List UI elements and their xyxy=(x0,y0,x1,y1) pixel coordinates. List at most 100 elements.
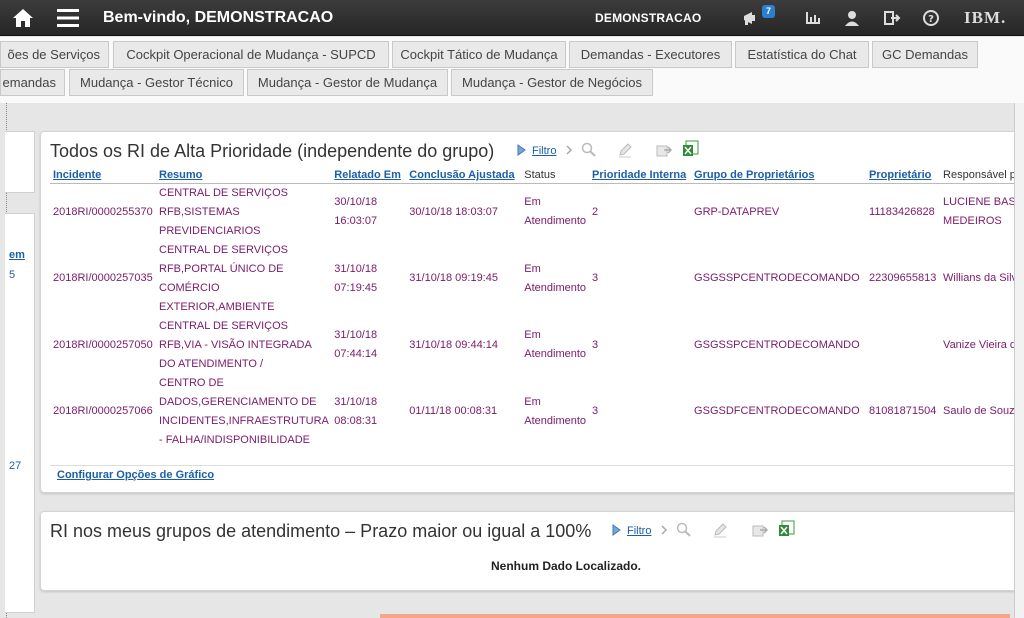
bar-chart-icon[interactable] xyxy=(804,9,822,27)
megaphone-icon[interactable] xyxy=(742,9,760,27)
cell-prioridade: 3 xyxy=(592,405,599,417)
cell-incidente[interactable]: 2018RI/0000255370 xyxy=(50,183,156,241)
incidents-table: Incidente Resumo Relatado Em Conclusão A… xyxy=(50,167,1021,450)
table-row[interactable]: 2018RI/0000255370 CENTRAL DE SERVIÇOS RF… xyxy=(50,183,1020,241)
col-conclusao[interactable]: Conclusão Ajustada xyxy=(406,167,522,184)
left-link-1[interactable]: em xyxy=(9,249,25,261)
cell-grupo: GSGSSPCENTRODECOMANDO xyxy=(694,338,860,351)
cell-status: Em Atendimento xyxy=(524,262,587,294)
user-name[interactable]: DEMONSTRACAO xyxy=(595,11,701,25)
cell-relatado: 31/10/18 07:44:14 xyxy=(334,329,378,360)
left-collapsed-list: em 5 27 xyxy=(5,213,35,613)
panel-title: Todos os RI de Alta Prioridade (independ… xyxy=(50,141,495,161)
cell-grupo: GRP-DATAPREV xyxy=(694,205,780,218)
play-icon[interactable] xyxy=(612,524,621,536)
cell-resumo: CENTRAL DE SERVIÇOS RFB,SISTEMAS PREVIDE… xyxy=(159,186,288,237)
left-collapsed-panel[interactable] xyxy=(5,131,35,193)
cell-proprietario: 22309655813 xyxy=(869,272,937,284)
table-header-row: Incidente Resumo Relatado Em Conclusão A… xyxy=(50,167,1021,184)
cell-conclusao: 31/10/18 09:19:45 xyxy=(409,272,498,284)
tab-mudanca-gestor-tecnico[interactable]: Mudança - Gestor Técnico xyxy=(69,69,244,96)
configure-chart-link[interactable]: Configurar Opções de Gráfico xyxy=(57,469,214,481)
edit-icon[interactable] xyxy=(712,522,728,538)
table-row[interactable]: 2018RI/0000257035 CENTRAL DE SERVIÇOS RF… xyxy=(50,241,1020,317)
cell-incidente[interactable]: 2018RI/0000257066 xyxy=(50,374,156,450)
filter-link[interactable]: Filtro xyxy=(532,145,556,157)
cell-incidente[interactable]: 2018RI/0000257050 xyxy=(50,317,156,374)
col-proprietario[interactable]: Proprietário xyxy=(866,167,941,184)
tab-estatistica-chat[interactable]: Estatística do Chat xyxy=(735,41,869,68)
tab-mudanca-gestor-mudanca[interactable]: Mudança - Gestor de Mudança xyxy=(247,69,448,96)
play-icon[interactable] xyxy=(517,144,526,156)
excel-icon[interactable] xyxy=(778,520,796,538)
tab-servicos[interactable]: ões de Serviços xyxy=(0,41,109,68)
svg-text:?: ? xyxy=(928,14,934,25)
search-icon[interactable] xyxy=(676,522,692,538)
export-icon[interactable] xyxy=(655,142,673,158)
tab-cockpit-operacional[interactable]: Cockpit Operacional de Mudança - SUPCD xyxy=(113,41,389,68)
chevron-right-icon xyxy=(566,145,573,155)
col-resumo[interactable]: Resumo xyxy=(156,167,332,184)
cell-relatado: 31/10/18 07:19:45 xyxy=(334,262,378,294)
cell-responsavel: LUCIENE BAS MEDEIROS xyxy=(943,196,1016,227)
logout-icon[interactable] xyxy=(883,9,901,27)
cell-grupo: GSGSDFCENTRODECOMANDO xyxy=(694,405,860,417)
ibm-logo: IBM. xyxy=(964,8,1007,27)
left-link-2[interactable]: 5 xyxy=(9,269,15,281)
cell-grupo: GSGSSPCENTRODECOMANDO xyxy=(694,272,860,284)
cell-proprietario: 81081871504 xyxy=(869,405,937,417)
tab-demandas-executores[interactable]: Demandas - Executores xyxy=(569,41,732,68)
tab-mudanca-gestor-negocios[interactable]: Mudança - Gestor de Negócios xyxy=(451,69,653,96)
cell-resumo: CENTRAL DE SERVIÇOS RFB,PORTAL ÚNICO DE … xyxy=(159,243,288,313)
left-link-3[interactable]: 27 xyxy=(9,460,21,472)
col-prioridade[interactable]: Prioridade Interna xyxy=(589,167,692,184)
export-icon[interactable] xyxy=(751,522,769,538)
cell-resumo: CENTRAL DE SERVIÇOS RFB,VIA - VISÃO INTE… xyxy=(159,319,312,370)
cell-status: Em Atendimento xyxy=(524,395,587,427)
filter-link[interactable]: Filtro xyxy=(627,525,651,537)
bottom-highlight-bar xyxy=(380,614,1010,618)
dashboard-content: em 5 27 Todos os RI de Alta Prioridade (… xyxy=(0,103,1024,618)
excel-icon[interactable] xyxy=(682,140,700,158)
user-icon[interactable] xyxy=(843,9,861,27)
cell-status: Em Atendimento xyxy=(524,196,587,227)
help-icon[interactable]: ? xyxy=(922,9,940,27)
tab-gc-demandas[interactable]: GC Demandas xyxy=(872,41,978,68)
cell-conclusao: 31/10/18 09:44:14 xyxy=(409,338,498,351)
cell-responsavel: Vanize Vieira d xyxy=(943,338,1017,351)
col-relatado[interactable]: Relatado Em xyxy=(331,167,407,184)
cell-responsavel: Willians da Silv xyxy=(943,272,1018,284)
table-row[interactable]: 2018RI/0000257050 CENTRAL DE SERVIÇOS RF… xyxy=(50,317,1020,374)
divider xyxy=(50,465,1020,466)
search-icon[interactable] xyxy=(581,142,597,158)
notification-badge[interactable]: 7 xyxy=(762,5,776,18)
cell-resumo: CENTRO DE DADOS,GERENCIAMENTO DE INCIDEN… xyxy=(159,376,329,446)
cell-responsavel: Saulo de Souz xyxy=(943,405,1015,417)
col-grupo[interactable]: Grupo de Proprietários xyxy=(691,167,867,184)
no-data-message: Nenhum Dado Localizado. xyxy=(490,559,641,573)
tab-demandas[interactable]: emandas xyxy=(0,69,65,96)
home-icon[interactable] xyxy=(12,7,34,29)
cell-relatado: 31/10/18 08:08:31 xyxy=(334,395,378,427)
edit-icon[interactable] xyxy=(617,142,633,158)
tab-bar: ões de Serviços Cockpit Operacional de M… xyxy=(0,37,1024,103)
chevron-right-icon xyxy=(661,525,668,535)
tab-cockpit-tatico[interactable]: Cockpit Tático de Mudança xyxy=(392,41,566,68)
cell-prioridade: 3 xyxy=(592,272,599,284)
col-status: Status xyxy=(521,167,590,184)
cell-relatado: 30/10/18 16:03:07 xyxy=(334,196,378,227)
col-incidente[interactable]: Incidente xyxy=(50,167,156,184)
table-row[interactable]: 2018RI/0000257066 CENTRO DE DADOS,GERENC… xyxy=(50,374,1020,450)
cell-conclusao: 30/10/18 18:03:07 xyxy=(409,205,498,218)
hamburger-menu-icon[interactable] xyxy=(57,8,79,28)
cell-prioridade: 2 xyxy=(592,205,599,218)
col-responsavel: Responsável p xyxy=(940,167,1021,184)
cell-status: Em Atendimento xyxy=(524,329,587,360)
cell-proprietario xyxy=(866,317,940,374)
cell-incidente[interactable]: 2018RI/0000257035 xyxy=(50,241,156,317)
cell-proprietario: 11183426828 xyxy=(869,205,935,218)
panel-high-priority-ri: Todos os RI de Alta Prioridade (independ… xyxy=(40,131,1024,493)
cell-conclusao: 01/11/18 00:08:31 xyxy=(409,405,498,417)
panel-ri-my-groups: RI nos meus grupos de atendimento – Praz… xyxy=(40,511,1024,591)
vertical-scrollbar[interactable] xyxy=(1014,103,1024,618)
